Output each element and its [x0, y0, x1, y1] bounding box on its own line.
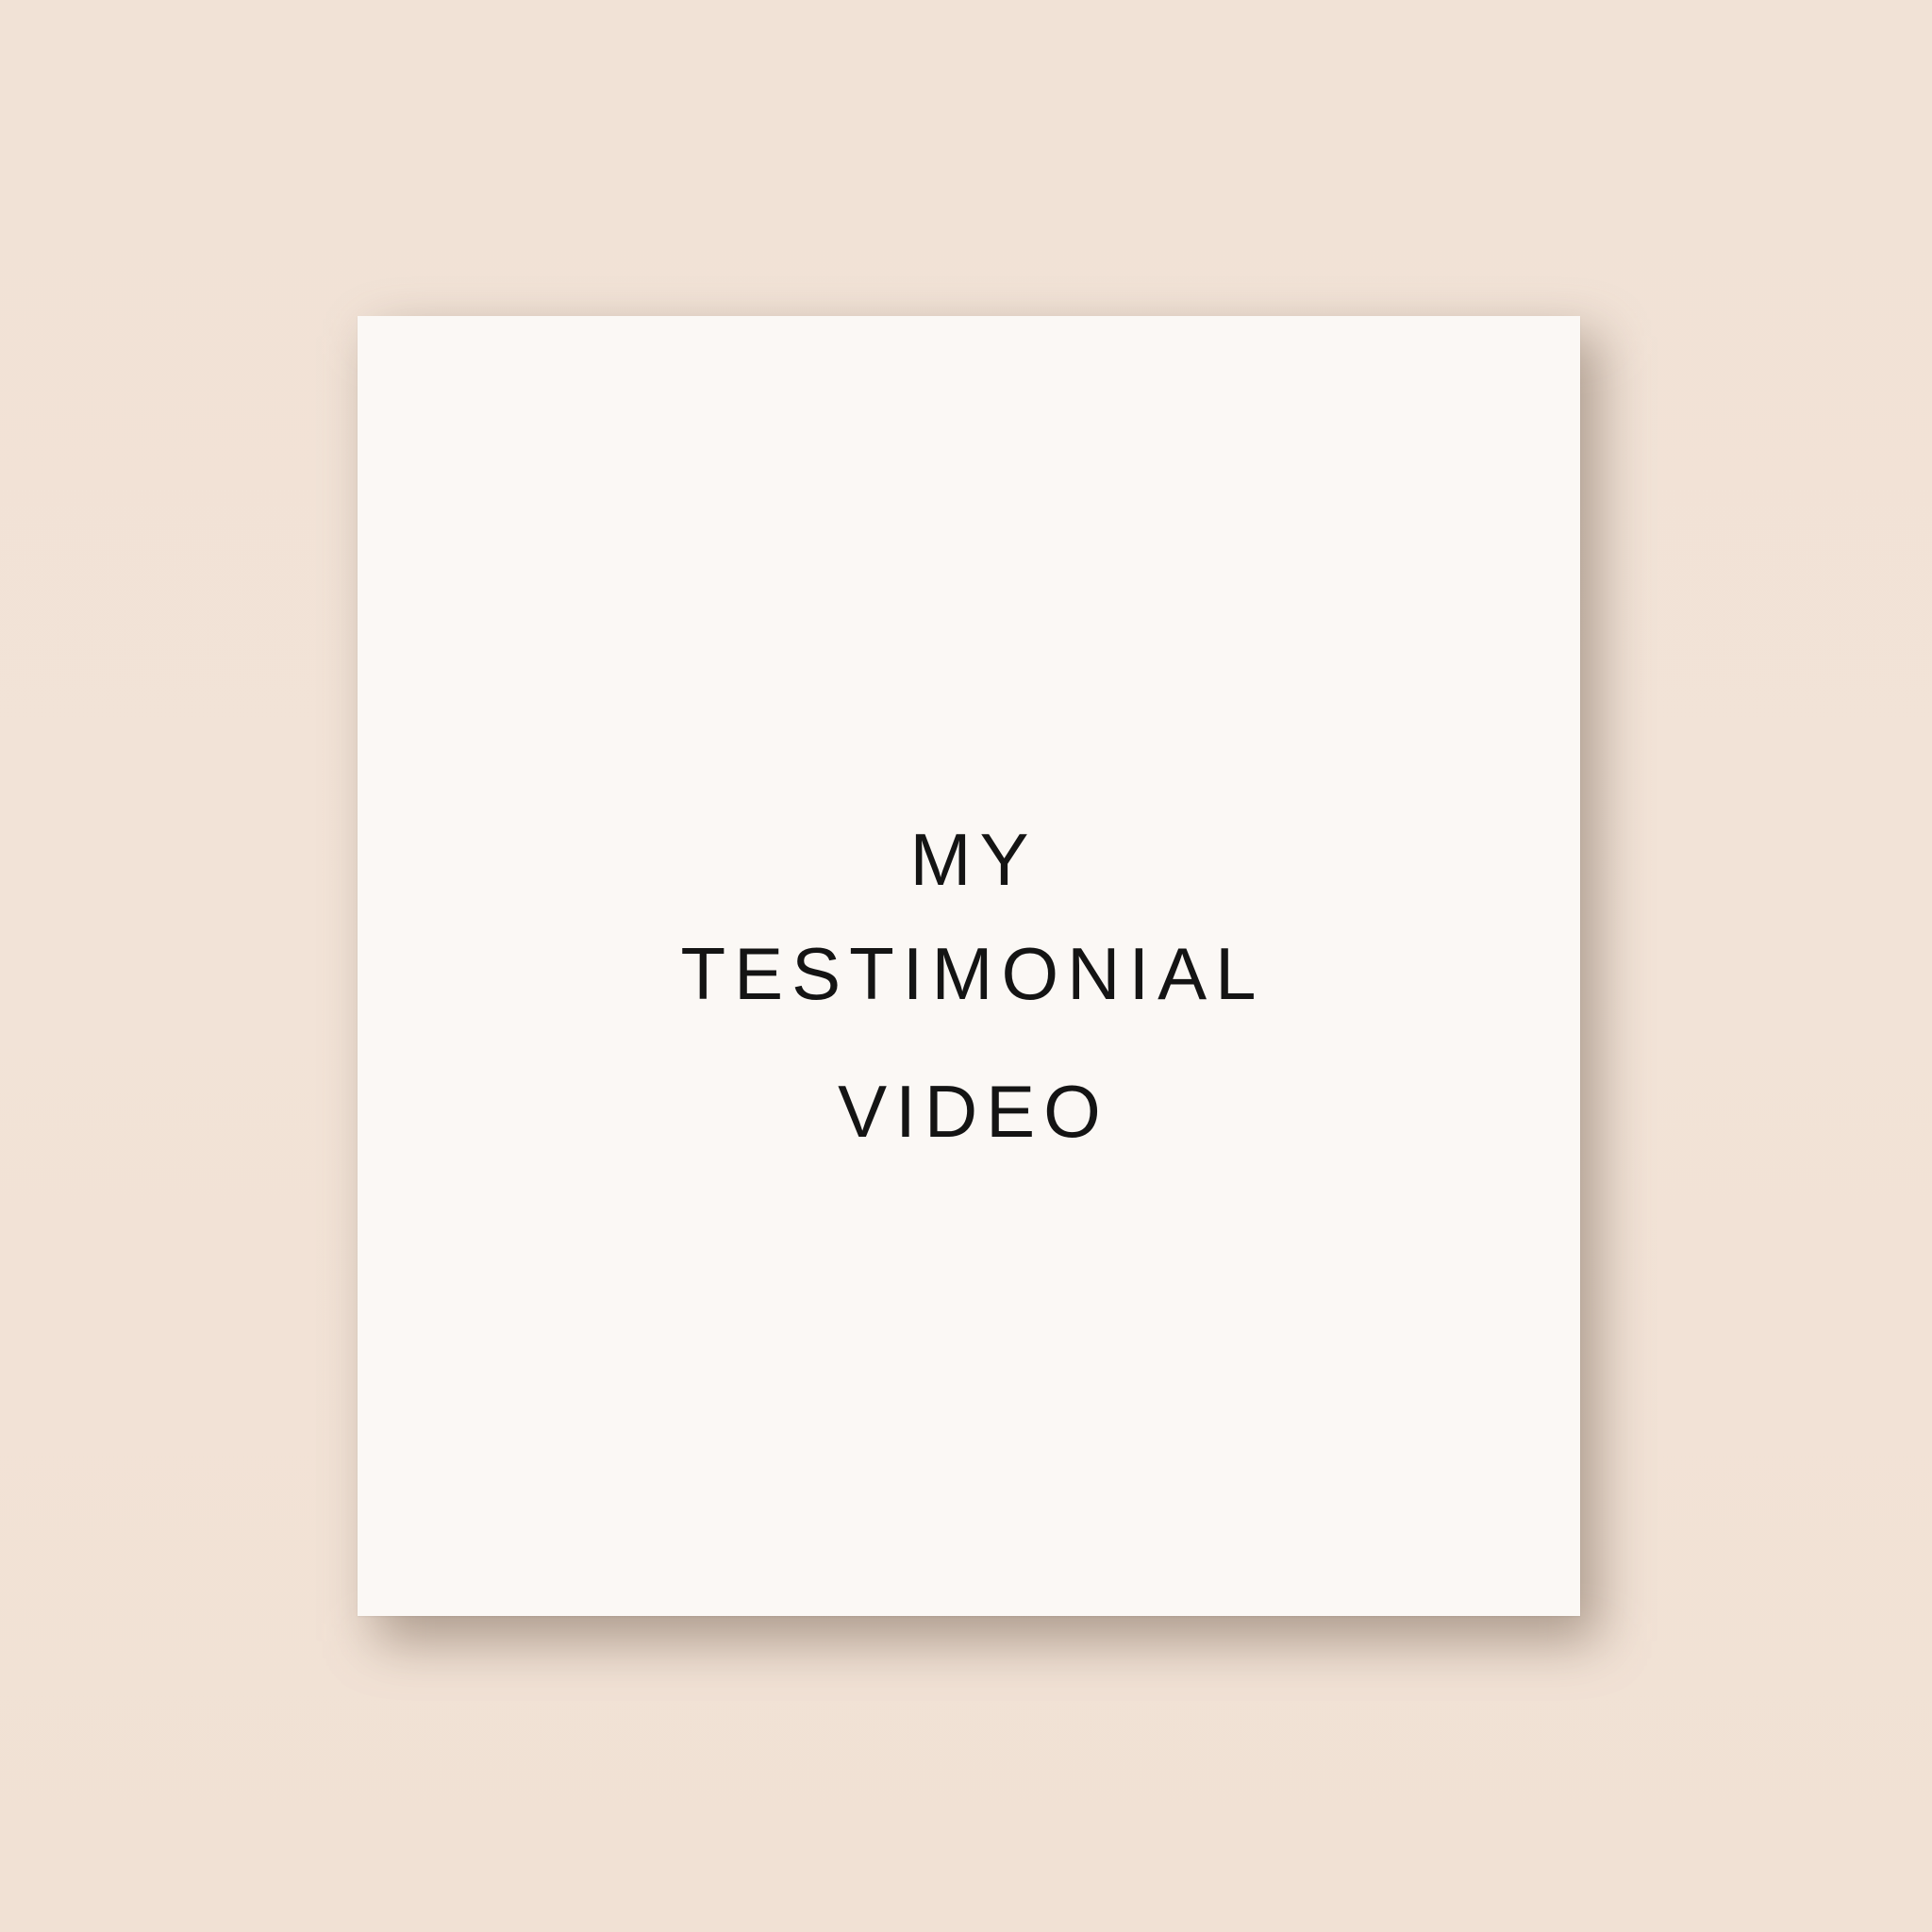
card-title: MY TESTIMONIAL VIDEO	[358, 316, 1580, 1616]
title-line-3: VIDEO	[838, 1070, 1109, 1153]
title-line-2: TESTIMONIAL	[680, 932, 1265, 1015]
title-line-1: MY	[909, 818, 1038, 901]
title-card: MY TESTIMONIAL VIDEO	[358, 316, 1580, 1616]
